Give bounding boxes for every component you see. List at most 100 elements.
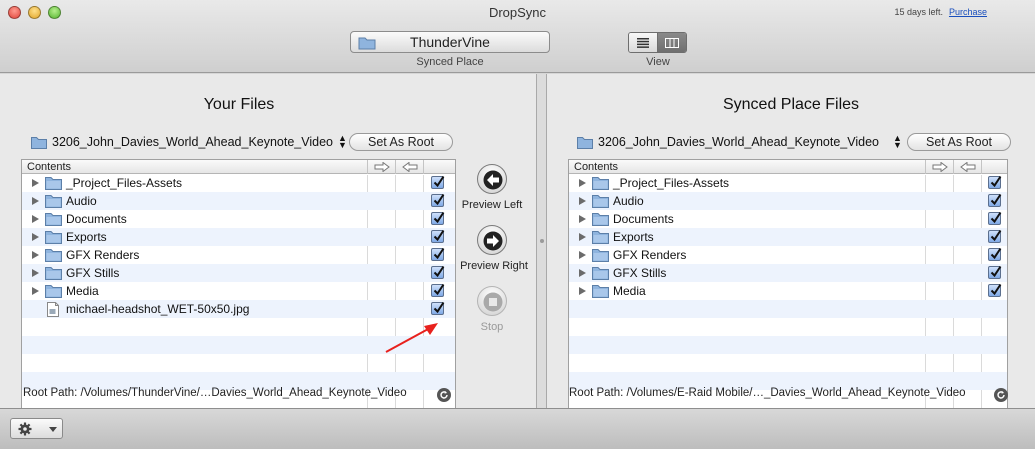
left-set-as-root-button[interactable]: Set As Root bbox=[349, 133, 453, 151]
include-checkbox[interactable] bbox=[431, 265, 445, 279]
sync-left-column-header[interactable] bbox=[953, 160, 981, 174]
action-menu-button[interactable] bbox=[10, 418, 63, 439]
refresh-icon bbox=[440, 391, 448, 399]
root-path-value: /Volumes/E-Raid Mobile/…_Davies_World_Ah… bbox=[626, 387, 966, 399]
list-item[interactable]: Audio bbox=[569, 192, 1007, 210]
include-checkbox[interactable] bbox=[988, 175, 1002, 189]
chevron-down-icon bbox=[49, 427, 57, 432]
synced-place-files-title: Synced Place Files bbox=[722, 96, 860, 113]
right-rows: _Project_Files-Assets Audio Documents Expor… bbox=[569, 174, 1007, 444]
folder-icon bbox=[592, 284, 609, 301]
view-segmented-control[interactable] bbox=[628, 32, 687, 53]
disclosure-triangle-icon[interactable] bbox=[579, 215, 586, 223]
include-checkbox[interactable] bbox=[431, 301, 445, 315]
sync-right-column-header[interactable] bbox=[367, 160, 395, 174]
panel-splitter[interactable] bbox=[536, 74, 547, 408]
include-checkbox[interactable] bbox=[988, 193, 1002, 207]
folder-icon bbox=[592, 212, 609, 229]
include-checkbox[interactable] bbox=[988, 247, 1002, 261]
include-checkbox[interactable] bbox=[431, 193, 445, 207]
left-path-popup[interactable]: 3206_John_Davies_World_Ahead_Keynote_Vid… bbox=[31, 133, 347, 151]
list-item[interactable]: Exports bbox=[569, 228, 1007, 246]
disclosure-triangle-icon[interactable] bbox=[579, 197, 586, 205]
list-item[interactable]: GFX Renders bbox=[569, 246, 1007, 264]
list-view-button[interactable] bbox=[629, 33, 658, 52]
arrow-left-outline-icon bbox=[401, 162, 417, 172]
refresh-icon bbox=[997, 391, 1005, 399]
disclosure-triangle-icon[interactable] bbox=[32, 215, 39, 223]
list-item[interactable]: GFX Stills bbox=[22, 264, 455, 282]
disclosure-triangle-icon[interactable] bbox=[32, 287, 39, 295]
include-checkbox[interactable] bbox=[988, 283, 1002, 297]
list-item[interactable]: michael-headshot_WET-50x50.jpg bbox=[22, 300, 455, 318]
right-path-popup[interactable]: 3206_John_Davies_World_Ahead_Keynote_Vid… bbox=[577, 133, 902, 151]
disclosure-triangle-icon[interactable] bbox=[579, 287, 586, 295]
arrow-right-icon bbox=[483, 231, 503, 251]
preview-right-button[interactable] bbox=[477, 225, 507, 255]
right-set-as-root-button[interactable]: Set As Root bbox=[907, 133, 1011, 151]
synced-place-popup[interactable]: ThunderVine bbox=[350, 31, 550, 53]
include-checkbox[interactable] bbox=[431, 175, 445, 189]
right-refresh-button[interactable] bbox=[994, 388, 1008, 402]
list-item[interactable]: Media bbox=[569, 282, 1007, 300]
include-column-header bbox=[981, 160, 1007, 174]
disclosure-triangle-icon[interactable] bbox=[579, 233, 586, 241]
list-item[interactable]: Media bbox=[22, 282, 455, 300]
list-item[interactable]: _Project_Files-Assets bbox=[22, 174, 455, 192]
your-files-panel: Your Files 3206_John_Davies_World_Ahead_… bbox=[0, 74, 536, 449]
folder-icon bbox=[45, 248, 62, 265]
empty-row bbox=[569, 354, 1007, 372]
folder-icon bbox=[592, 230, 609, 247]
view-label: View bbox=[646, 56, 670, 68]
disclosure-triangle-icon[interactable] bbox=[32, 251, 39, 259]
list-item[interactable]: Exports bbox=[22, 228, 455, 246]
include-checkbox[interactable] bbox=[988, 229, 1002, 243]
checkmark-icon bbox=[433, 283, 445, 296]
include-checkbox[interactable] bbox=[988, 265, 1002, 279]
list-header: Contents bbox=[569, 160, 1007, 174]
disclosure-triangle-icon[interactable] bbox=[32, 269, 39, 277]
left-root-path: Root Path: /Volumes/ThunderVine/…Davies_… bbox=[23, 387, 407, 399]
purchase-link[interactable]: Purchase bbox=[949, 7, 987, 17]
root-path-value: /Volumes/ThunderVine/…Davies_World_Ahead… bbox=[80, 387, 407, 399]
preview-left-button[interactable] bbox=[477, 164, 507, 194]
item-name: Exports bbox=[66, 230, 107, 244]
left-refresh-button[interactable] bbox=[437, 388, 451, 402]
include-checkbox[interactable] bbox=[431, 247, 445, 261]
right-file-list[interactable]: Contents _Project_Files-Assets Audio Docum… bbox=[568, 159, 1008, 449]
folder-icon bbox=[592, 266, 609, 283]
splitter-handle[interactable] bbox=[540, 239, 544, 243]
include-checkbox[interactable] bbox=[988, 211, 1002, 225]
annotation-arrow-icon bbox=[385, 323, 438, 353]
disclosure-triangle-icon[interactable] bbox=[32, 179, 39, 187]
disclosure-triangle-icon[interactable] bbox=[32, 197, 39, 205]
empty-row bbox=[569, 318, 1007, 336]
synced-place-value: ThunderVine bbox=[410, 34, 490, 50]
list-item[interactable]: Documents bbox=[569, 210, 1007, 228]
disclosure-triangle-icon[interactable] bbox=[579, 269, 586, 277]
column-view-button[interactable] bbox=[658, 33, 686, 52]
disclosure-triangle-icon[interactable] bbox=[32, 233, 39, 241]
sync-left-column-header[interactable] bbox=[395, 160, 423, 174]
disclosure-triangle-icon[interactable] bbox=[579, 179, 586, 187]
arrow-left-icon bbox=[483, 170, 503, 190]
checkmark-icon bbox=[433, 211, 445, 224]
window-title: DropSync bbox=[488, 5, 547, 20]
list-item[interactable]: _Project_Files-Assets bbox=[569, 174, 1007, 192]
include-checkbox[interactable] bbox=[431, 283, 445, 297]
list-item[interactable]: GFX Stills bbox=[569, 264, 1007, 282]
include-checkbox[interactable] bbox=[431, 229, 445, 243]
folder-icon bbox=[358, 37, 376, 50]
checkmark-icon bbox=[433, 193, 445, 206]
include-checkbox[interactable] bbox=[431, 211, 445, 225]
list-item[interactable]: GFX Renders bbox=[22, 246, 455, 264]
stop-button[interactable] bbox=[477, 286, 507, 316]
sync-right-column-header[interactable] bbox=[925, 160, 953, 174]
left-file-list[interactable]: Contents _Project_Files-Assets Audio Docum… bbox=[21, 159, 456, 449]
list-item[interactable]: Audio bbox=[22, 192, 455, 210]
item-name: GFX Stills bbox=[66, 266, 120, 280]
disclosure-triangle-icon[interactable] bbox=[579, 251, 586, 259]
folder-icon bbox=[592, 176, 609, 193]
checkmark-icon bbox=[990, 265, 1002, 278]
list-item[interactable]: Documents bbox=[22, 210, 455, 228]
